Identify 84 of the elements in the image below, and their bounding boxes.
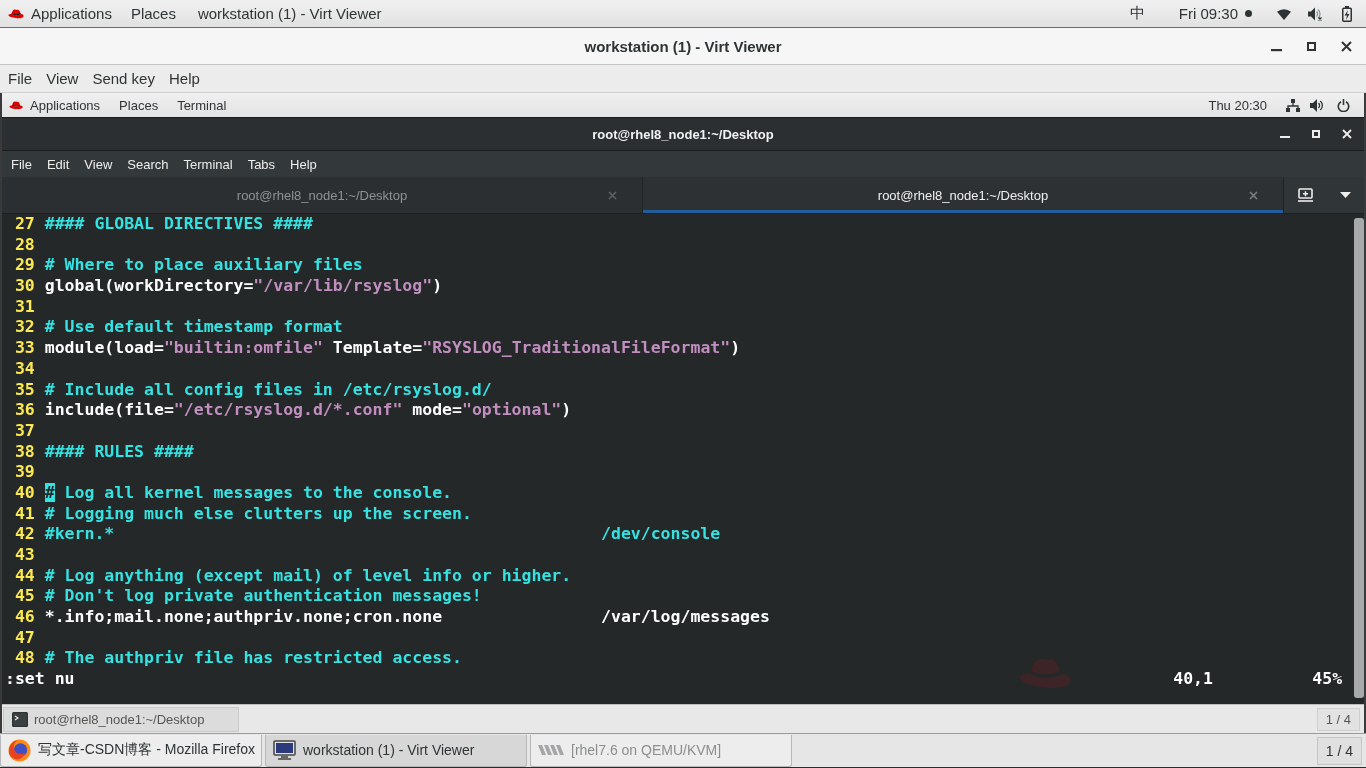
line-number: 33 xyxy=(13,338,35,359)
menu-item[interactable]: Edit xyxy=(44,156,78,172)
top-bar-menu[interactable]: Applications xyxy=(30,97,101,113)
menu-item[interactable]: Tabs xyxy=(245,156,284,172)
code-line: # Where to place auxiliary files xyxy=(44,255,363,277)
new-tab-icon[interactable] xyxy=(1297,188,1313,202)
menu-item[interactable]: Send key xyxy=(92,70,155,87)
line-number: 47 xyxy=(13,627,35,649)
menu-item[interactable]: Help xyxy=(288,156,325,172)
top-bar-menu[interactable]: Places xyxy=(119,97,159,113)
line-number: 34 xyxy=(13,358,35,380)
line-number: 43 xyxy=(13,545,35,566)
workspace-indicator[interactable]: 1 / 4 xyxy=(1316,707,1360,731)
code-line: # Use default timestamp format xyxy=(44,317,343,339)
menu-item[interactable]: Terminal xyxy=(181,156,241,172)
app-menu[interactable]: workstation (1) - Virt Viewer xyxy=(197,5,382,22)
network-icon[interactable] xyxy=(1286,98,1300,112)
line-number: 29 xyxy=(13,255,35,277)
menu-item[interactable]: File xyxy=(8,70,33,87)
line-number: 46 xyxy=(13,607,35,628)
line-number: 32 xyxy=(13,317,35,339)
code-line: # Include all config files in /etc/rsyslog.d/ xyxy=(44,379,492,401)
code-line: # Log all kernel messages to the console. xyxy=(44,482,452,504)
menu-item[interactable]: File xyxy=(9,156,40,172)
menu-item[interactable]: Help xyxy=(168,70,200,87)
code-line: module(load="builtin:omfile" Template="RSYSLOG_TraditionalFileFormat") xyxy=(44,338,741,359)
volume-muted-icon[interactable] xyxy=(1308,6,1322,21)
clock[interactable]: Thu 20:30 xyxy=(1208,97,1267,113)
top-bar-menu[interactable]: Applications xyxy=(31,5,112,22)
taskbar-button[interactable]: workstation (1) - Virt Viewer xyxy=(265,734,527,767)
line-number: 37 xyxy=(13,420,35,442)
window-title: root@rhel8_node1:~/Desktop xyxy=(592,126,774,142)
code-line: include(file="/etc/rsyslog.d/*.conf" mode="optional") xyxy=(44,400,572,421)
close-icon[interactable] xyxy=(1341,40,1352,52)
hat-logo-icon[interactable] xyxy=(9,100,23,110)
cursor-position: 40,1 xyxy=(1173,669,1213,690)
line-number: 28 xyxy=(13,234,35,256)
maximize-icon[interactable] xyxy=(1307,41,1316,51)
window-list-button[interactable]: root@rhel8_node1:~/Desktop xyxy=(3,706,239,732)
workspace-indicator[interactable]: 1 / 4 xyxy=(1316,736,1362,765)
hat-logo-icon[interactable] xyxy=(8,8,24,19)
code-line: # Don't log private authentication messages! xyxy=(44,586,482,608)
menu-item[interactable]: View xyxy=(82,156,121,172)
line-number: 35 xyxy=(13,379,35,401)
line-number: 39 xyxy=(13,462,35,483)
top-bar-menu[interactable]: Places xyxy=(130,5,176,22)
menu-item[interactable]: Search xyxy=(125,156,177,172)
browser-icon[interactable] xyxy=(8,738,31,762)
code-line: # The authpriv file has restricted access. xyxy=(44,648,462,670)
input-method-indicator[interactable]: 中 xyxy=(1129,4,1145,23)
code-line: # Log anything (except mail) of level info or higher. xyxy=(44,565,572,587)
scrollbar-thumb[interactable] xyxy=(1354,218,1364,698)
volume-icon[interactable] xyxy=(1310,98,1323,112)
menu-item[interactable]: View xyxy=(46,70,79,87)
code-line: # Logging much else clutters up the screen. xyxy=(44,503,472,525)
taskbar-button[interactable]: 写文章-CSDN博客 - Mozilla Firefox xyxy=(0,734,262,767)
command-line: :set nu xyxy=(5,669,75,690)
line-number: 48 xyxy=(13,648,35,670)
code-line: #### RULES #### xyxy=(44,441,194,463)
line-number: 41 xyxy=(13,503,35,525)
line-number: 27 xyxy=(13,214,35,235)
line-number: 44 xyxy=(13,565,35,587)
caret-icon[interactable] xyxy=(1339,192,1351,198)
code-line: global(workDirectory="/var/lib/rsyslog") xyxy=(44,276,443,297)
line-number: 30 xyxy=(13,276,35,297)
line-number: 42 xyxy=(13,524,35,545)
line-number: 40 xyxy=(13,482,35,504)
line-number: 45 xyxy=(13,586,35,608)
window-title: workstation (1) - Virt Viewer xyxy=(584,37,782,55)
code-line: #kern.* /dev/console xyxy=(44,524,721,545)
line-number: 31 xyxy=(13,296,35,318)
line-number: 38 xyxy=(13,441,35,463)
power-icon[interactable] xyxy=(1337,98,1350,112)
line-number: 36 xyxy=(13,400,35,421)
monitor-icon[interactable] xyxy=(273,739,296,761)
code-line: #### GLOBAL DIRECTIVES #### xyxy=(44,214,313,235)
scroll-percent: 45% xyxy=(1312,669,1343,690)
top-bar-menu[interactable]: Terminal xyxy=(177,97,227,113)
wifi-icon[interactable] xyxy=(1277,7,1291,20)
code-line: *.info;mail.none;authpriv.none;cron.none /var/log/messages xyxy=(44,607,770,628)
clock[interactable]: Fri 09:30 xyxy=(1178,5,1238,22)
terminal-tab[interactable]: root@rhel8_node1:~/Desktop xyxy=(643,177,1284,213)
terminal-icon[interactable] xyxy=(12,711,28,727)
battery-charging-icon[interactable] xyxy=(1342,5,1352,22)
